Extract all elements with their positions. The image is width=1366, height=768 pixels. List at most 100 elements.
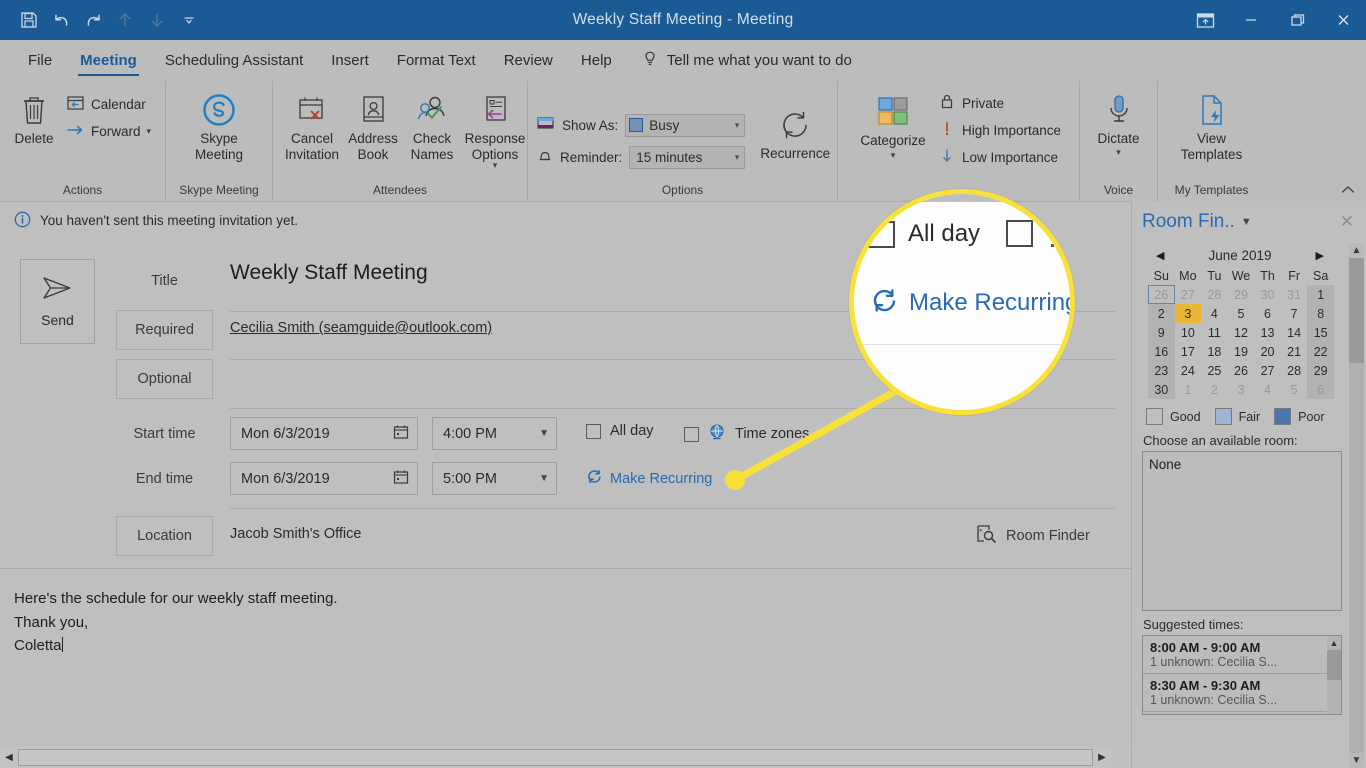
tab-meeting[interactable]: Meeting [66,40,151,81]
prev-month-icon[interactable]: ◀ [1156,249,1164,262]
magnified-make-recurring-button[interactable]: Make Recurring [870,286,1070,320]
all-day-checkbox-group[interactable]: All day [586,423,654,439]
tab-review[interactable]: Review [490,40,567,81]
date-picker-calendar[interactable]: Su Mo Tu We Th Fr Sa 26 27 28 29 30 31 1… [1148,266,1334,399]
calendar-day[interactable]: 8 [1307,304,1334,323]
calendar-day[interactable]: 6 [1307,380,1334,399]
close-icon[interactable] [1320,0,1366,40]
suggested-times-list[interactable]: 8:00 AM - 9:00 AM 1 unknown: Cecilia S..… [1142,635,1342,715]
chevron-down-icon[interactable]: ▾ [735,152,740,163]
room-finder-button[interactable]: Room Finder [975,524,1090,548]
recurrence-button[interactable]: Recurrence [753,102,837,164]
chevron-down-icon[interactable]: ▾ [735,120,740,131]
calendar-day[interactable]: 4 [1254,380,1281,399]
calendar-day[interactable]: 29 [1228,285,1255,304]
tab-insert[interactable]: Insert [317,40,383,81]
chevron-down-icon[interactable]: ▼ [1241,216,1252,228]
ribbon-display-options-icon[interactable] [1182,0,1228,40]
low-importance-button[interactable]: Low Importance [939,145,1061,169]
tab-scheduling-assistant[interactable]: Scheduling Assistant [151,40,317,81]
skype-meeting-button[interactable]: Skype Meeting [175,87,263,164]
collapse-ribbon-icon[interactable] [1340,184,1356,199]
calendar-day[interactable]: 27 [1175,285,1202,304]
calendar-day[interactable]: 4 [1201,304,1228,323]
calendar-day[interactable]: 2 [1201,380,1228,399]
available-rooms-list[interactable]: None [1142,451,1342,611]
calendar-day[interactable]: 15 [1307,323,1334,342]
calendar-day[interactable]: 14 [1281,323,1308,342]
calendar-day[interactable]: 27 [1254,361,1281,380]
all-day-checkbox[interactable] [586,423,601,439]
calendar-day[interactable]: 5 [1228,304,1255,323]
calendar-day[interactable]: 21 [1281,342,1308,361]
chevron-down-icon[interactable]: ▼ [539,428,549,439]
forward-button[interactable]: Forward ▾ [62,119,155,144]
tab-file[interactable]: File [14,40,66,81]
calendar-day[interactable]: 3 [1228,380,1255,399]
chevron-down-icon[interactable]: ▾ [891,150,896,160]
calendar-day[interactable]: 23 [1148,361,1175,380]
calendar-day[interactable]: 30 [1254,285,1281,304]
suggested-times-scrollbar[interactable]: ▲ [1327,636,1341,714]
calendar-day[interactable]: 5 [1281,380,1308,399]
check-names-button[interactable]: Check Names [404,87,460,164]
chevron-down-icon[interactable]: ▾ [493,160,498,170]
calendar-day[interactable]: 30 [1148,380,1175,399]
tab-help[interactable]: Help [567,40,626,81]
calendar-day[interactable]: 25 [1201,361,1228,380]
calendar-day[interactable]: 1 [1175,380,1202,399]
calendar-day-selected[interactable]: 3 [1174,304,1202,323]
calendar-day[interactable]: 11 [1201,323,1228,342]
optional-button[interactable]: Optional [116,359,213,399]
send-button[interactable]: Send [20,259,95,344]
calendar-day[interactable]: 2 [1148,304,1175,323]
calendar-button[interactable]: Calendar [62,91,155,117]
calendar-picker-icon[interactable] [393,469,409,489]
scroll-right-arrow-icon[interactable]: ▶ [1093,747,1111,767]
calendar-day[interactable]: 10 [1175,323,1202,342]
calendar-day[interactable]: 28 [1281,361,1308,380]
view-templates-button[interactable]: View Templates [1170,87,1254,164]
list-item[interactable]: 8:30 AM - 9:30 AM 1 unknown: Cecilia S..… [1143,674,1341,712]
list-item[interactable]: None [1149,457,1335,472]
room-finder-scrollbar[interactable]: ▲ ▼ [1349,243,1364,768]
message-body[interactable]: Here's the schedule for our weekly staff… [0,568,1131,746]
required-button-box[interactable]: Required [116,310,213,350]
chevron-down-icon[interactable]: ▾ [147,126,152,137]
calendar-day[interactable]: 28 [1201,285,1228,304]
chevron-down-icon[interactable]: ▾ [1116,147,1121,157]
start-time-input[interactable]: 4:00 PM ▼ [432,417,557,450]
time-zones-checkbox[interactable] [1006,220,1033,247]
calendar-day[interactable]: 13 [1254,323,1281,342]
address-book-button[interactable]: Address Book [344,87,402,164]
optional-button-box[interactable]: Optional [116,359,213,399]
calendar-day[interactable]: 6 [1254,304,1281,323]
show-as-combo[interactable]: Busy ▾ [625,113,746,137]
cancel-invitation-button[interactable]: Cancel Invitation [282,87,342,164]
next-month-icon[interactable]: ▶ [1316,249,1324,262]
end-time-input[interactable]: 5:00 PM ▼ [432,462,557,495]
required-input[interactable]: Cecilia Smith (seamguide@outlook.com) [230,320,492,336]
scroll-up-arrow-icon[interactable]: ▲ [1327,636,1341,650]
time-zones-checkbox-group[interactable]: Time zones [684,423,809,445]
scroll-left-arrow-icon[interactable]: ◀ [0,747,18,767]
response-options-button[interactable]: Response Options ▾ [462,87,528,172]
make-recurring-button[interactable]: Make Recurring [586,468,712,490]
start-date-input[interactable]: Mon 6/3/2019 [230,417,418,450]
close-icon[interactable]: ✕ [1336,212,1358,232]
tell-me-search[interactable]: Tell me what you want to do [642,50,852,72]
scrollbar-thumb[interactable] [1327,650,1341,680]
restore-icon[interactable] [1274,0,1320,40]
calendar-day[interactable]: 31 [1281,285,1308,304]
horizontal-scrollbar[interactable]: ◀ ▶ [0,746,1111,768]
calendar-day[interactable]: 19 [1228,342,1255,361]
location-button[interactable]: Location [116,516,213,556]
calendar-day[interactable]: 22 [1307,342,1334,361]
title-input[interactable]: Weekly Staff Meeting [230,261,428,285]
calendar-day[interactable]: 29 [1307,361,1334,380]
private-button[interactable]: Private [939,91,1061,115]
dictate-button[interactable]: Dictate ▾ [1088,87,1150,159]
calendar-day[interactable]: 20 [1254,342,1281,361]
high-importance-button[interactable]: High Importance [939,118,1061,142]
calendar-day[interactable]: 26 [1228,361,1255,380]
